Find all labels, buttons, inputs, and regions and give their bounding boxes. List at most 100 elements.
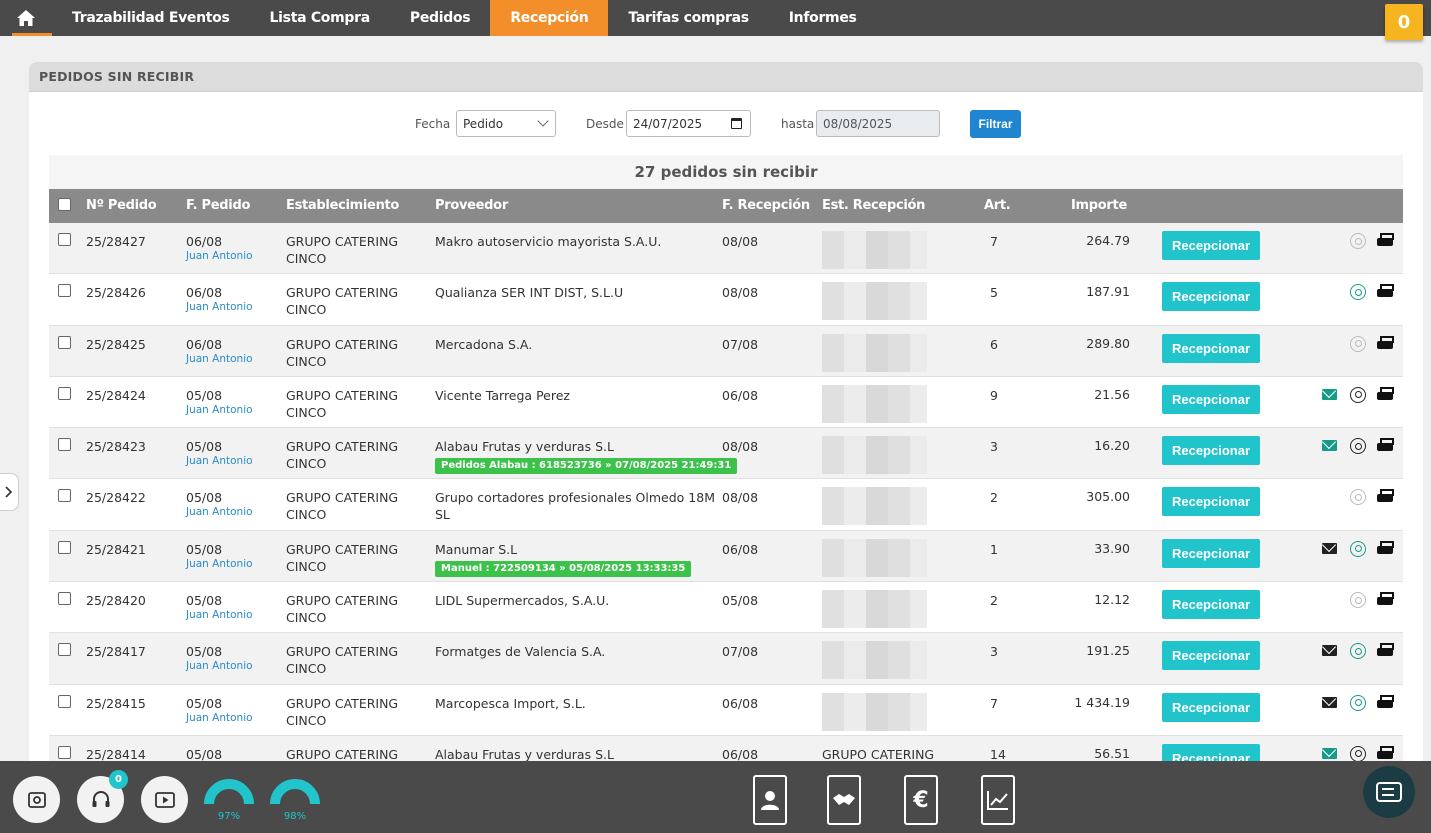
table-row[interactable]: 25/28427 06/08 Juan Antonio GRUPO CATERING C…: [49, 223, 1403, 275]
whatsapp-icon[interactable]: [1350, 284, 1366, 301]
header-importe[interactable]: Importe: [1071, 198, 1127, 213]
row-checkbox[interactable]: [58, 284, 71, 298]
whatsapp-icon[interactable]: [1350, 233, 1366, 249]
printer-icon[interactable]: [1377, 694, 1394, 710]
printer-icon[interactable]: [1377, 489, 1394, 504]
row-checkbox[interactable]: [58, 386, 71, 400]
video-button[interactable]: [141, 776, 188, 823]
table-row[interactable]: 25/28426 06/08 Juan Antonio GRUPO CATERING C…: [49, 274, 1403, 326]
mail-icon[interactable]: [1322, 388, 1337, 400]
order-user[interactable]: Juan Antonio: [186, 558, 253, 570]
header-establecimiento[interactable]: Establecimiento: [286, 198, 399, 213]
whatsapp-icon[interactable]: [1350, 335, 1366, 352]
row-checkbox[interactable]: [58, 489, 71, 503]
table-row[interactable]: 25/28415 05/08 Juan Antonio GRUPO CATERING C…: [49, 684, 1403, 736]
recepcionar-button[interactable]: Recepcionar: [1162, 641, 1260, 671]
printer-icon[interactable]: [1377, 643, 1394, 658]
recepcionar-button[interactable]: Recepcionar: [1162, 538, 1260, 568]
header-proveedor[interactable]: Proveedor: [435, 198, 508, 213]
table-row[interactable]: 25/28423 05/08 Juan Antonio GRUPO CATERING C…: [49, 428, 1403, 480]
settings-button[interactable]: [13, 776, 60, 823]
header-num-pedido[interactable]: Nº Pedido: [86, 198, 157, 213]
filter-button[interactable]: Filtrar: [970, 110, 1021, 138]
row-checkbox[interactable]: [58, 233, 71, 246]
mail-icon[interactable]: [1322, 645, 1337, 657]
printer-icon[interactable]: [1377, 438, 1394, 453]
whatsapp-icon[interactable]: [1350, 489, 1366, 506]
whatsapp-icon[interactable]: [1350, 745, 1366, 762]
prices-book-button[interactable]: €: [904, 775, 938, 825]
sidebar-toggle[interactable]: [0, 473, 19, 511]
nav-item-0[interactable]: Trazabilidad Eventos: [52, 0, 250, 36]
row-checkbox[interactable]: [58, 335, 71, 349]
order-user[interactable]: Juan Antonio: [186, 353, 253, 365]
table-row[interactable]: 25/28421 05/08 Juan Antonio GRUPO CATERING C…: [49, 530, 1403, 583]
order-user[interactable]: Juan Antonio: [186, 250, 253, 262]
header-articulos[interactable]: Art.: [984, 198, 1011, 213]
nav-item-2[interactable]: Pedidos: [390, 0, 490, 36]
home-button[interactable]: [0, 0, 52, 36]
table-row[interactable]: 25/28417 05/08 Juan Antonio GRUPO CATERING C…: [49, 633, 1403, 685]
whatsapp-icon[interactable]: [1350, 438, 1366, 455]
recepcionar-button[interactable]: Recepcionar: [1162, 282, 1260, 312]
nav-item-4[interactable]: Tarifas compras: [608, 0, 768, 36]
order-user[interactable]: Juan Antonio: [186, 660, 253, 672]
whatsapp-icon[interactable]: [1350, 540, 1366, 557]
row-checkbox[interactable]: [58, 438, 71, 452]
agreements-book-button[interactable]: [827, 775, 861, 825]
mail-icon[interactable]: [1322, 696, 1337, 708]
table-row[interactable]: 25/28425 06/08 Juan Antonio GRUPO CATERING C…: [49, 325, 1403, 377]
contacts-book-button[interactable]: [753, 775, 787, 825]
order-user[interactable]: Juan Antonio: [186, 506, 253, 518]
header-fecha-pedido[interactable]: F. Pedido: [186, 198, 250, 213]
nav-item-5[interactable]: Informes: [769, 0, 877, 36]
mail-icon[interactable]: [1322, 747, 1337, 759]
recepcionar-button[interactable]: Recepcionar: [1162, 487, 1260, 517]
whatsapp-icon[interactable]: [1350, 592, 1366, 609]
order-user[interactable]: Juan Antonio: [186, 301, 253, 313]
row-checkbox[interactable]: [58, 592, 71, 606]
recepcionar-button[interactable]: Recepcionar: [1162, 590, 1260, 620]
calendar-icon[interactable]: [731, 118, 742, 129]
printer-icon[interactable]: [1377, 335, 1394, 351]
recepcionar-button[interactable]: Recepcionar: [1162, 231, 1260, 260]
table-row[interactable]: 25/28420 05/08 Juan Antonio GRUPO CATERING C…: [49, 582, 1403, 634]
whatsapp-icon[interactable]: [1350, 386, 1366, 403]
mail-icon[interactable]: [1322, 440, 1337, 452]
desde-date-input[interactable]: 24/07/2025: [626, 110, 751, 137]
order-user[interactable]: Juan Antonio: [186, 609, 253, 621]
printer-icon[interactable]: [1377, 233, 1394, 248]
order-user[interactable]: Juan Antonio: [186, 404, 253, 416]
fecha-select[interactable]: Pedido: [456, 110, 556, 137]
select-all-checkbox[interactable]: [58, 198, 71, 211]
recepcionar-button[interactable]: Recepcionar: [1162, 384, 1260, 414]
printer-icon[interactable]: [1377, 284, 1394, 299]
nav-item-3[interactable]: Recepción: [490, 0, 609, 36]
mail-icon[interactable]: [1322, 542, 1337, 554]
whatsapp-icon[interactable]: [1350, 694, 1366, 711]
header-est-recepcion[interactable]: Est. Recepción: [822, 198, 925, 213]
row-checkbox[interactable]: [58, 745, 71, 759]
table-row[interactable]: 25/28424 05/08 Juan Antonio GRUPO CATERING C…: [49, 376, 1403, 429]
header-fecha-recepcion[interactable]: F. Recepción: [722, 198, 810, 213]
printer-icon[interactable]: [1377, 540, 1394, 556]
chat-button[interactable]: [1363, 766, 1415, 818]
recepcionar-button[interactable]: Recepcionar: [1162, 333, 1260, 363]
table-row[interactable]: 25/28422 05/08 Juan Antonio GRUPO CATERING C…: [49, 479, 1403, 531]
reports-book-button[interactable]: [981, 775, 1015, 825]
row-checkbox[interactable]: [58, 643, 71, 657]
whatsapp-icon[interactable]: [1350, 643, 1366, 660]
recepcionar-button[interactable]: Recepcionar: [1162, 436, 1260, 466]
order-number: 25/28423: [86, 439, 146, 455]
cart-counter[interactable]: 0: [1385, 4, 1423, 40]
hasta-date-input[interactable]: 08/08/2025: [816, 110, 940, 137]
printer-icon[interactable]: [1377, 592, 1394, 607]
recepcionar-button[interactable]: Recepcionar: [1162, 692, 1260, 722]
order-user[interactable]: Juan Antonio: [186, 712, 253, 724]
nav-item-1[interactable]: Lista Compra: [250, 0, 390, 36]
row-checkbox[interactable]: [58, 694, 71, 708]
printer-icon[interactable]: [1377, 386, 1394, 402]
printer-icon[interactable]: [1377, 745, 1394, 761]
order-user[interactable]: Juan Antonio: [186, 455, 253, 467]
row-checkbox[interactable]: [58, 540, 71, 554]
